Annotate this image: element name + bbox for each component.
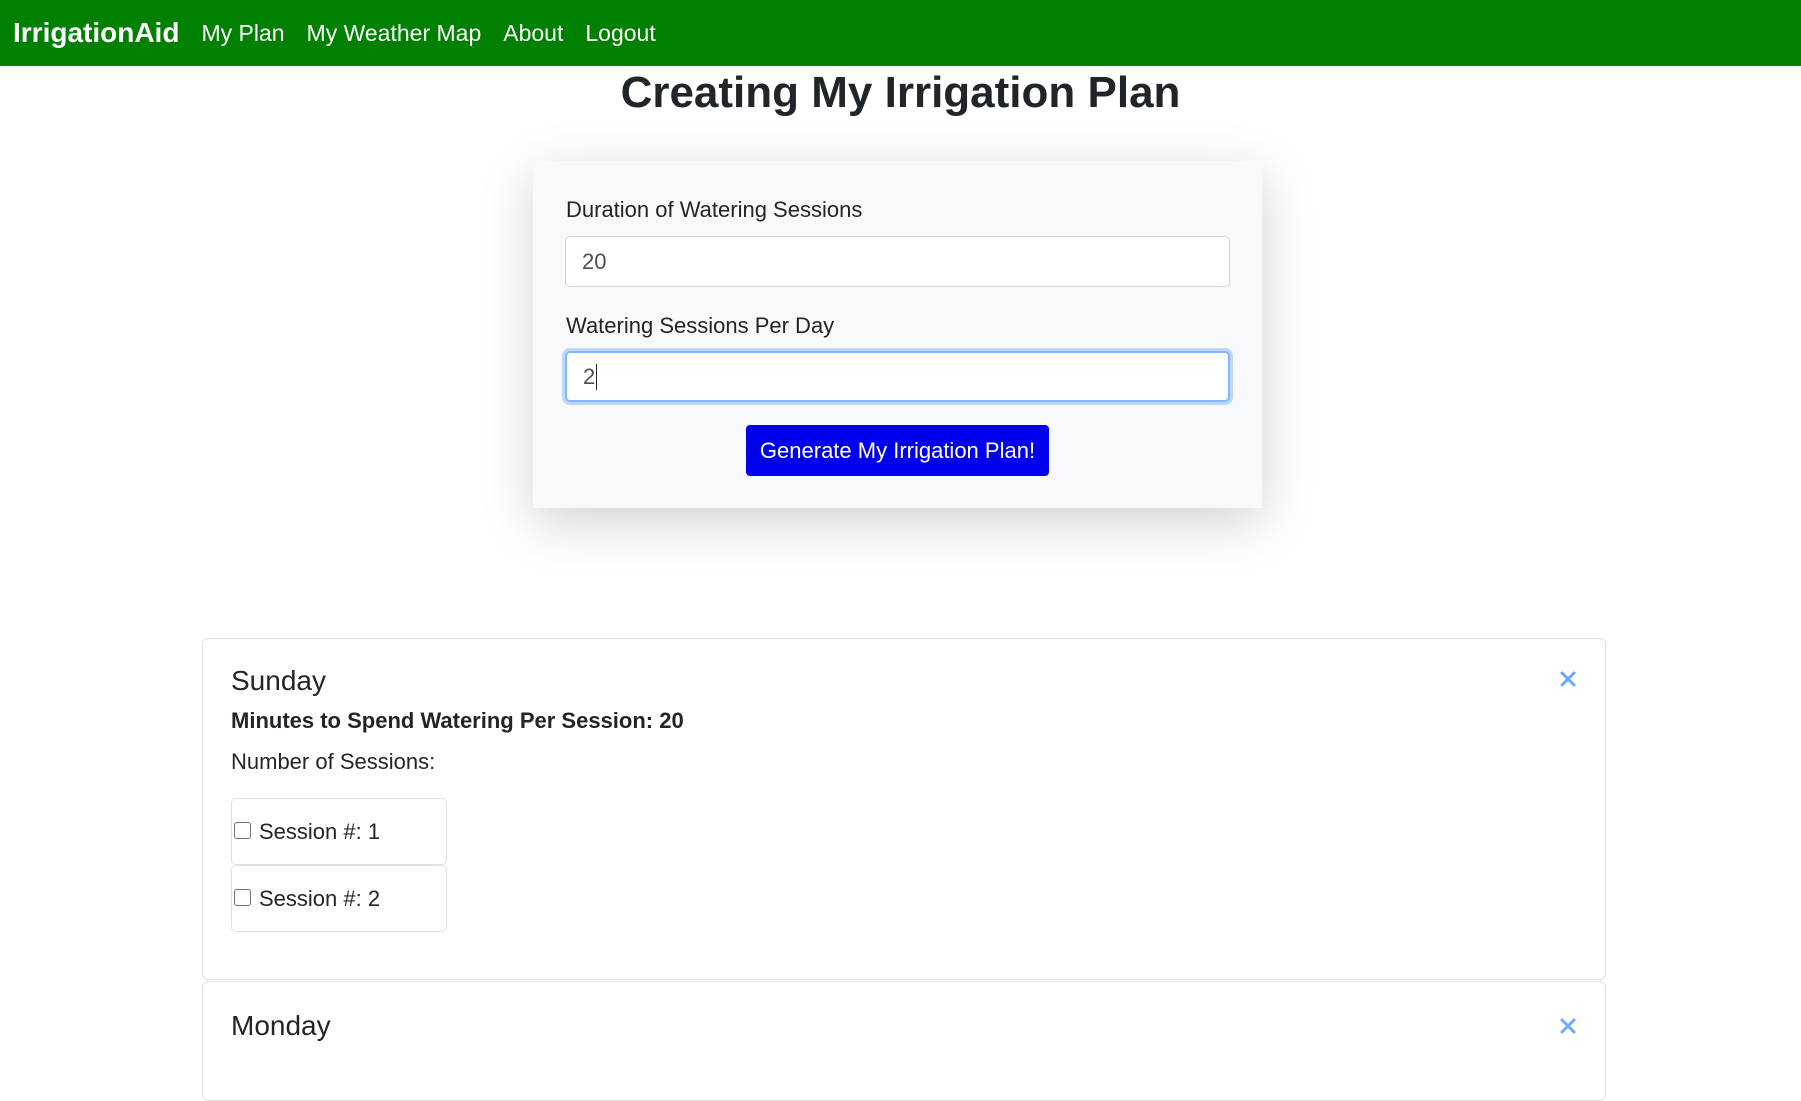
- nav-link-my-plan[interactable]: My Plan: [201, 20, 284, 47]
- day-card-monday: Monday: [202, 981, 1606, 1101]
- duration-input-value: 20: [582, 248, 607, 274]
- session-checkbox[interactable]: [234, 822, 251, 839]
- nav-link-my-weather-map[interactable]: My Weather Map: [307, 20, 482, 47]
- day-title: Sunday: [231, 665, 326, 696]
- close-icon[interactable]: [1558, 1016, 1578, 1036]
- duration-label: Duration of Watering Sessions: [566, 197, 863, 222]
- session-item: Session #: 2: [231, 865, 447, 932]
- nav-link-logout[interactable]: Logout: [585, 20, 655, 47]
- plan-form-card: Duration of Watering Sessions 20 Waterin…: [533, 161, 1262, 508]
- day-title: Monday: [231, 1010, 331, 1041]
- number-of-sessions-label: Number of Sessions:: [231, 749, 436, 774]
- sessions-per-day-label: Watering Sessions Per Day: [566, 313, 835, 338]
- top-navbar: IrrigationAid My Plan My Weather Map Abo…: [0, 0, 1801, 66]
- duration-input[interactable]: 20: [565, 236, 1230, 287]
- session-label: Session #: 1: [259, 819, 381, 844]
- generate-plan-button[interactable]: Generate My Irrigation Plan!: [746, 425, 1049, 476]
- page-title: Creating My Irrigation Plan: [620, 68, 1181, 117]
- brand-logo-link[interactable]: IrrigationAid: [13, 17, 179, 49]
- minutes-per-session-text: Minutes to Spend Watering Per Session: 2…: [231, 708, 684, 733]
- close-icon[interactable]: [1558, 669, 1578, 689]
- day-card-sunday: Sunday Minutes to Spend Watering Per Ses…: [202, 638, 1606, 980]
- session-label: Session #: 2: [259, 886, 381, 911]
- sessions-per-day-input-value: 2: [583, 363, 596, 389]
- session-checkbox[interactable]: [234, 889, 251, 906]
- text-caret: [596, 363, 598, 390]
- sessions-per-day-input[interactable]: 2: [565, 351, 1230, 402]
- nav-link-about[interactable]: About: [503, 20, 563, 47]
- session-item: Session #: 1: [231, 798, 447, 865]
